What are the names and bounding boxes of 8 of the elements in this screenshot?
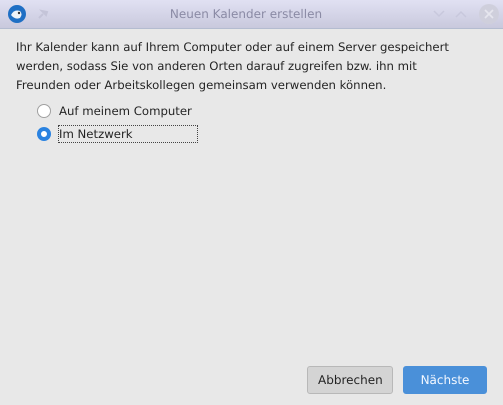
radio-button[interactable] <box>37 126 51 140</box>
cancel-button[interactable]: Abbrechen <box>307 366 393 394</box>
close-icon[interactable] <box>479 4 499 24</box>
description-text: Ihr Kalender kann auf Ihrem Computer oder auf einem Server gespeichert werden, sodass Sie von anderen Orten darauf zugreifen bzw. ihn mit Freunden oder Arbeitskollegen gemeinsam verwenden können. <box>16 39 450 94</box>
option-label[interactable]: Im Netzwerk <box>58 124 198 142</box>
radio-button[interactable] <box>37 104 51 118</box>
window-title: Neuen Kalender erstellen <box>168 7 324 21</box>
option-label[interactable]: Auf meinem Computer <box>58 102 198 120</box>
